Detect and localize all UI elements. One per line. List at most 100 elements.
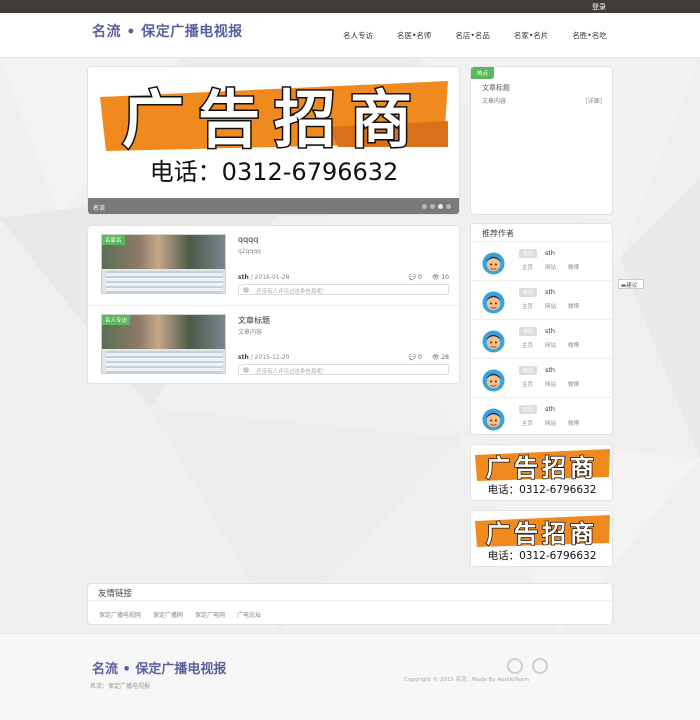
- author-website-link[interactable]: 网站: [545, 380, 556, 388]
- author-level-badge: 级别: [519, 249, 538, 258]
- author-links: 主页 网站 微博: [522, 302, 579, 310]
- author-links: 主页 网站 微博: [522, 380, 579, 388]
- author-website-link[interactable]: 网站: [545, 419, 556, 427]
- avatar[interactable]: [482, 252, 505, 275]
- friend-links-list: 保定广播电视网 保定广播网 保定广电网 广电论坛: [99, 610, 261, 619]
- friend-links-heading: 友情链接: [98, 589, 133, 599]
- feedback-button[interactable]: ▬建议: [618, 279, 644, 289]
- category-badge: 名人专访: [102, 315, 131, 325]
- header: 名流 • 保定广播电视报 名人专访 名医•名师 名店•名品 名家•名片 名胜•名…: [0, 13, 700, 58]
- nav-item-sights-food[interactable]: 名胜•名吃: [572, 30, 606, 41]
- author-website-link[interactable]: 网站: [545, 341, 556, 349]
- avatar[interactable]: [482, 291, 505, 314]
- side-ad-text: 广告招商: [486, 454, 598, 482]
- author-website-link[interactable]: 网站: [545, 302, 556, 310]
- nav-item-experts-cards[interactable]: 名家•名片: [514, 30, 548, 41]
- slider-dot[interactable]: [422, 204, 427, 209]
- slider-dot[interactable]: [430, 204, 435, 209]
- nav-item-doctors-teachers[interactable]: 名医•名师: [397, 30, 431, 41]
- footer-logo[interactable]: 名流 • 保定广播电视报: [92, 658, 226, 677]
- author-weibo-link[interactable]: 微博: [568, 341, 579, 349]
- slider-dot[interactable]: [446, 204, 451, 209]
- main-nav: 名人专访 名医•名师 名店•名品 名家•名片 名胜•名吃: [343, 30, 631, 41]
- article-desc: q2qqqq: [238, 248, 261, 255]
- article-title[interactable]: 文章标题: [238, 315, 270, 326]
- view-count: 👁 10: [432, 274, 449, 281]
- article-meta: sth / 2015-12-20: [238, 354, 289, 361]
- slider-caption: 名流: [88, 198, 459, 214]
- comment-icon: 💬: [408, 354, 417, 361]
- list-item: 名家名 qqqq q2qqqq sth / 2016-01-28 💬 0 👁 1…: [88, 226, 461, 305]
- author-name[interactable]: sth: [545, 366, 555, 374]
- friend-link[interactable]: 保定广电网: [195, 610, 225, 619]
- author-homepage-link[interactable]: 主页: [522, 341, 533, 349]
- slider-dot-active[interactable]: [438, 204, 443, 209]
- author-name[interactable]: sth: [545, 405, 555, 413]
- thumbnail-rows: [106, 271, 223, 293]
- author-item: 级别 sth 主页 网站 微博: [471, 319, 614, 358]
- list-item: 名人专访 文章标题 文章内容 sth / 2015-12-20 💬 0 👁 28…: [88, 305, 461, 384]
- side-ad[interactable]: 广告招商 电话：0312-6796632: [470, 444, 613, 501]
- author-name[interactable]: sth: [545, 288, 555, 296]
- friend-link[interactable]: 保定广播电视网: [99, 610, 141, 619]
- comment-avatar-icon: [243, 287, 249, 293]
- author-name[interactable]: sth: [545, 327, 555, 335]
- avatar[interactable]: [482, 408, 505, 431]
- article-thumbnail[interactable]: 名家名: [101, 234, 226, 294]
- avatar[interactable]: [482, 330, 505, 353]
- author-item: 级别 sth 主页 网站 微博: [471, 397, 614, 436]
- wechat-icon[interactable]: [507, 658, 523, 674]
- author-homepage-link[interactable]: 主页: [522, 380, 533, 388]
- article-thumbnail[interactable]: 名人专访: [101, 314, 226, 374]
- article-title[interactable]: qqqq: [238, 235, 258, 244]
- hot-more-link[interactable]: [详细]: [585, 96, 602, 105]
- comment-input[interactable]: 还没有人评论过这条信息呢!: [238, 284, 449, 295]
- nav-item-shops-products[interactable]: 名店•名品: [455, 30, 489, 41]
- comment-icon: 💬: [408, 274, 417, 281]
- authors-heading: 推荐作者: [482, 229, 514, 238]
- side-ad-graphic: 广告招商 电话：0312-6796632: [475, 515, 610, 562]
- article-date: / 2016-01-28: [248, 274, 290, 281]
- slider-caption-text: 名流: [93, 205, 106, 212]
- friend-link[interactable]: 广电论坛: [237, 610, 261, 619]
- friend-link[interactable]: 保定广播网: [153, 610, 183, 619]
- author-links: 主页 网站 微博: [522, 341, 579, 349]
- eye-icon: 👁: [431, 354, 440, 361]
- author-homepage-link[interactable]: 主页: [522, 263, 533, 271]
- nav-item-celebrity-interviews[interactable]: 名人专访: [343, 30, 373, 41]
- top-bar: 登录: [0, 0, 700, 13]
- qq-icon[interactable]: [532, 658, 548, 674]
- article-author[interactable]: sth: [238, 354, 249, 361]
- comment-avatar-icon: [243, 367, 249, 373]
- author-weibo-link[interactable]: 微博: [568, 263, 579, 271]
- avatar[interactable]: [482, 369, 505, 392]
- author-weibo-link[interactable]: 微博: [568, 419, 579, 427]
- comment-count: 💬 0: [409, 354, 422, 361]
- footer-copyright: Copyright © 2015 名流 . Made By ApolloTeam: [404, 677, 529, 683]
- author-homepage-link[interactable]: 主页: [522, 419, 533, 427]
- slider-dots: [422, 204, 451, 209]
- login-link[interactable]: 登录: [592, 2, 606, 12]
- hot-panel: 热点 文章标题 文章内容 [详细]: [470, 66, 613, 215]
- site-logo[interactable]: 名流 • 保定广播电视报: [92, 21, 243, 41]
- hot-article-title[interactable]: 文章标题: [482, 83, 510, 93]
- comment-placeholder: 还没有人评论过这条信息呢!: [256, 369, 325, 375]
- recommended-authors: 推荐作者 级别 sth 主页 网站 微博 级别 sth 主页 网站 微博 级别 …: [470, 223, 614, 436]
- author-weibo-link[interactable]: 微博: [568, 302, 579, 310]
- side-ad-text: 广告招商: [486, 520, 598, 548]
- side-ad[interactable]: 广告招商 电话：0312-6796632: [470, 510, 613, 567]
- article-author[interactable]: sth: [238, 274, 249, 281]
- article-stats: 💬 0 👁 10: [409, 274, 449, 281]
- thumbnail-rows: [106, 351, 223, 373]
- author-homepage-link[interactable]: 主页: [522, 302, 533, 310]
- author-item: 级别 sth 主页 网站 微博: [471, 241, 614, 280]
- author-weibo-link[interactable]: 微博: [568, 380, 579, 388]
- author-name[interactable]: sth: [545, 249, 555, 257]
- side-ad-graphic: 广告招商 电话：0312-6796632: [475, 449, 610, 496]
- comment-input[interactable]: 还没有人评论过这条信息呢!: [238, 364, 449, 375]
- article-list: 名家名 qqqq q2qqqq sth / 2016-01-28 💬 0 👁 1…: [87, 225, 461, 384]
- banner-slider[interactable]: 广告招商 电话：0312-6796632 名流: [87, 66, 460, 215]
- author-website-link[interactable]: 网站: [545, 263, 556, 271]
- author-item: 级别 sth 主页 网站 微博: [471, 280, 614, 319]
- article-meta: sth / 2016-01-28: [238, 274, 289, 281]
